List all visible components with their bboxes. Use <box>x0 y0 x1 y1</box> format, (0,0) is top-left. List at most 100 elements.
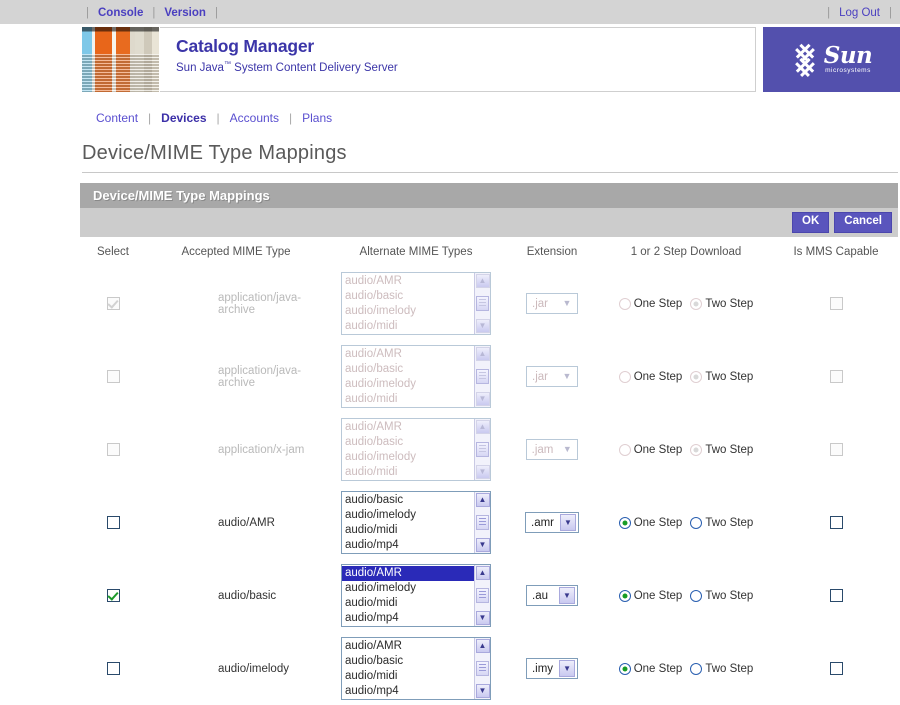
extension-select[interactable]: .imy ▼ <box>525 658 579 679</box>
alternate-mime-option[interactable]: audio/imelody <box>342 581 490 596</box>
alternate-mime-option: audio/AMR <box>345 421 402 433</box>
scroll-up-icon[interactable]: ▲ <box>475 566 490 580</box>
alternate-mime-listbox[interactable]: audio/basic audio/imelody audio/midi audio/… <box>341 491 491 554</box>
cell-select <box>80 559 146 632</box>
chevron-down-icon[interactable]: ▼ <box>559 660 576 677</box>
select-checkbox[interactable] <box>106 515 120 529</box>
extension-value: .au <box>532 589 548 602</box>
sun-logo-tagline: microsystems <box>825 67 871 75</box>
listbox-scrollbar[interactable]: ▲ ▼ <box>474 638 490 699</box>
select-checkbox <box>106 369 120 383</box>
one-step-radio[interactable]: One Step <box>618 516 682 529</box>
one-step-radio[interactable]: One Step <box>618 589 682 602</box>
mms-capable-checkbox[interactable] <box>829 515 843 529</box>
two-step-radio[interactable]: Two Step <box>690 589 753 602</box>
console-link[interactable]: Console <box>89 7 152 19</box>
alternate-mime-option: audio/imelody <box>345 305 416 317</box>
mms-capable-checkbox <box>829 442 843 456</box>
chevron-down-icon[interactable]: ▼ <box>559 587 575 604</box>
chevron-down-icon[interactable]: ▼ <box>559 295 575 312</box>
alternate-mime-listbox[interactable]: audio/AMR audio/basic audio/midi audio/mp4 … <box>341 637 491 700</box>
alternate-mime-option[interactable]: audio/midi <box>342 523 490 538</box>
table-body: application/java-archive audio/AMR audio/… <box>80 267 898 705</box>
scroll-down-icon[interactable]: ▼ <box>475 465 490 479</box>
scrollbar-thumb[interactable] <box>476 442 489 457</box>
mms-capable-checkbox[interactable] <box>829 588 843 602</box>
scrollbar-thumb[interactable] <box>476 369 489 384</box>
scroll-up-icon[interactable]: ▲ <box>475 493 490 507</box>
alternate-mime-option[interactable]: audio/mp4 <box>342 538 490 553</box>
scroll-down-icon[interactable]: ▼ <box>475 684 490 698</box>
alternate-mime-option[interactable]: audio/midi <box>342 596 490 611</box>
alternate-mime-option[interactable]: audio/imelody <box>342 508 490 523</box>
cell-is-mms-capable <box>774 632 898 705</box>
listbox-scrollbar[interactable]: ▲ ▼ <box>474 565 490 626</box>
scroll-up-icon[interactable]: ▲ <box>475 639 490 653</box>
alternate-mime-listbox[interactable]: audio/AMR audio/imelody audio/midi audio/mp… <box>341 564 491 627</box>
cell-step-download: One Step Two Step <box>598 413 774 486</box>
select-checkbox[interactable] <box>106 661 120 675</box>
mms-capable-checkbox[interactable] <box>829 661 843 675</box>
cell-alternate-mime-types: audio/AMR audio/basic audio/imelody audio/m… <box>326 267 506 340</box>
sub-navigation: Content | Devices | Accounts | Plans <box>86 109 342 127</box>
alternate-mime-option[interactable]: audio/basic <box>342 493 490 508</box>
alternate-mime-option[interactable]: audio/midi <box>342 669 490 684</box>
scroll-down-icon[interactable]: ▼ <box>475 319 490 333</box>
scroll-up-icon[interactable]: ▲ <box>475 347 490 361</box>
scrollbar-thumb[interactable] <box>476 296 489 311</box>
one-step-radio-dot <box>618 443 631 456</box>
cell-is-mms-capable <box>774 267 898 340</box>
two-step-radio-dot <box>690 370 703 383</box>
cell-is-mms-capable <box>774 559 898 632</box>
one-step-radio[interactable]: One Step <box>618 662 683 675</box>
masthead-photo <box>82 27 159 92</box>
chevron-down-icon[interactable]: ▼ <box>559 368 575 385</box>
nav-item-accounts[interactable]: Accounts <box>220 111 289 125</box>
cell-accepted-mime-type: application/java-archive <box>146 267 326 340</box>
two-step-label: Two Step <box>705 516 754 529</box>
table-row: audio/AMR audio/basic audio/imelody audio/… <box>80 486 898 559</box>
chevron-down-icon[interactable]: ▼ <box>559 441 575 458</box>
extension-select[interactable]: .au ▼ <box>526 585 578 606</box>
one-step-label: One Step <box>633 662 683 675</box>
accepted-mime-type-label: application/java-archive <box>218 291 302 316</box>
extension-select[interactable]: .amr ▼ <box>525 512 579 533</box>
alternate-mime-option[interactable]: audio/AMR <box>342 566 490 581</box>
two-step-radio[interactable]: Two Step <box>690 516 754 529</box>
nav-item-devices[interactable]: Devices <box>151 111 216 125</box>
listbox-scrollbar[interactable]: ▲ ▼ <box>474 492 490 553</box>
cell-accepted-mime-type: audio/AMR <box>146 486 326 559</box>
alternate-mime-option[interactable]: audio/basic <box>342 654 490 669</box>
two-step-radio[interactable]: Two Step <box>690 662 753 675</box>
cell-alternate-mime-types: audio/AMR audio/basic audio/midi audio/mp4 … <box>326 632 506 705</box>
scrollbar-thumb[interactable] <box>476 588 489 603</box>
scroll-down-icon[interactable]: ▼ <box>475 392 490 406</box>
cell-extension: .jam ▼ <box>506 413 598 486</box>
scrollbar-thumb[interactable] <box>476 515 489 530</box>
alternate-mime-option[interactable]: audio/mp4 <box>342 611 490 626</box>
nav-item-plans[interactable]: Plans <box>292 111 342 125</box>
cancel-button[interactable]: Cancel <box>834 212 892 233</box>
scroll-up-icon[interactable]: ▲ <box>475 274 490 288</box>
select-checkbox[interactable] <box>106 588 120 602</box>
listbox-scrollbar[interactable]: ▲ ▼ <box>474 419 490 480</box>
chevron-down-icon[interactable]: ▼ <box>560 514 576 531</box>
cell-step-download: One Step Two Step <box>598 632 774 705</box>
extension-value: .amr <box>531 516 554 529</box>
one-step-radio-dot <box>618 589 631 602</box>
alternate-mime-option: audio/imelody <box>345 378 416 390</box>
alternate-mime-option[interactable]: audio/mp4 <box>342 684 490 699</box>
listbox-scrollbar[interactable]: ▲ ▼ <box>474 346 490 407</box>
one-step-radio: One Step <box>618 443 682 456</box>
listbox-scrollbar[interactable]: ▲ ▼ <box>474 273 490 334</box>
logout-link[interactable]: Log Out <box>830 7 889 19</box>
alternate-mime-option[interactable]: audio/AMR <box>342 639 490 654</box>
scroll-up-icon[interactable]: ▲ <box>475 420 490 434</box>
ok-button[interactable]: OK <box>792 212 830 233</box>
scroll-down-icon[interactable]: ▼ <box>475 538 490 552</box>
scroll-down-icon[interactable]: ▼ <box>475 611 490 625</box>
version-link[interactable]: Version <box>155 7 215 19</box>
alternate-mime-option: audio/midi <box>345 320 398 332</box>
scrollbar-thumb[interactable] <box>476 661 489 676</box>
nav-item-content[interactable]: Content <box>86 111 148 125</box>
